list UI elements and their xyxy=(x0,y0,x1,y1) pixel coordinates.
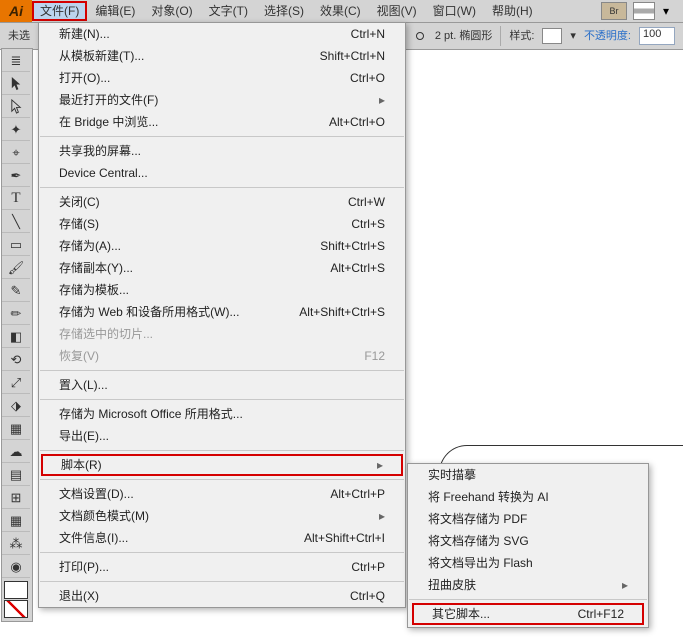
symbol-tool[interactable]: ☁ xyxy=(2,440,30,463)
opacity-label[interactable]: 不透明度: xyxy=(584,31,631,42)
chevron-down-icon[interactable]: ▾ xyxy=(663,5,675,17)
file-menu-item-6[interactable]: 共享我的屏幕... xyxy=(39,140,405,162)
file-menu-item-9[interactable]: 关闭(C)Ctrl+W xyxy=(39,191,405,213)
file-menu-item-15[interactable]: 存储选中的切片... xyxy=(39,323,405,345)
mesh-tool[interactable]: ⊞ xyxy=(2,486,30,509)
dot-icon xyxy=(416,32,424,40)
script-submenu-item-2[interactable]: 将文档存储为 PDF xyxy=(408,508,648,530)
file-menu-item-25[interactable]: 文档设置(D)...Alt+Ctrl+P xyxy=(39,483,405,505)
menubar: Ai 文件(F)编辑(E)对象(O)文字(T)选择(S)效果(C)视图(V)窗口… xyxy=(0,0,683,23)
menu-5[interactable]: 效果(C) xyxy=(312,1,369,21)
pencil-tool[interactable]: ✎ xyxy=(2,279,30,302)
file-menu-item-23[interactable]: 脚本(R) xyxy=(41,454,403,476)
brush-tool[interactable]: 🖌 xyxy=(2,256,30,279)
selection-tool[interactable] xyxy=(2,72,30,95)
fill-swatch[interactable] xyxy=(4,581,28,599)
type-tool[interactable]: T xyxy=(2,187,30,210)
menu-3[interactable]: 文字(T) xyxy=(201,1,256,21)
stroke-profile[interactable]: 2 pt. 椭圆形 xyxy=(435,31,492,42)
file-menu-item-29[interactable]: 打印(P)...Ctrl+P xyxy=(39,556,405,578)
rotate-tool[interactable]: ⟲ xyxy=(2,348,30,371)
file-menu-item-2[interactable]: 打开(O)...Ctrl+O xyxy=(39,67,405,89)
blend-tool[interactable]: ◉ xyxy=(2,555,30,578)
file-menu-item-27[interactable]: 文件信息(I)...Alt+Shift+Ctrl+I xyxy=(39,527,405,549)
menu-7[interactable]: 窗口(W) xyxy=(425,1,484,21)
eraser-tool[interactable]: ◧ xyxy=(2,325,30,348)
chevron-down-icon[interactable]: ▾ xyxy=(570,31,576,42)
file-menu-item-18[interactable]: 置入(L)... xyxy=(39,374,405,396)
menu-4[interactable]: 选择(S) xyxy=(256,1,312,21)
file-menu-item-3[interactable]: 最近打开的文件(F) xyxy=(39,89,405,111)
script-submenu-item-1[interactable]: 将 Freehand 转换为 AI xyxy=(408,486,648,508)
script-submenu-item-7[interactable]: 其它脚本...Ctrl+F12 xyxy=(412,603,644,625)
bridge-icon[interactable]: Br xyxy=(601,2,627,20)
file-menu-item-11[interactable]: 存储为(A)...Shift+Ctrl+S xyxy=(39,235,405,257)
file-menu-item-7[interactable]: Device Central... xyxy=(39,162,405,184)
script-submenu-item-4[interactable]: 将文档导出为 Flash xyxy=(408,552,648,574)
script-submenu: 实时描摹将 Freehand 转换为 AI将文档存储为 PDF将文档存储为 SV… xyxy=(407,463,649,628)
direct-select-tool[interactable] xyxy=(2,95,30,118)
scale-tool[interactable]: ⤢ xyxy=(2,371,30,394)
eyedropper-tool[interactable]: ⁂ xyxy=(2,532,30,555)
file-menu-item-21[interactable]: 导出(E)... xyxy=(39,425,405,447)
lasso-tool[interactable]: ⌖ xyxy=(2,141,30,164)
script-submenu-item-0[interactable]: 实时描摹 xyxy=(408,464,648,486)
pen-tool[interactable]: ✒ xyxy=(2,164,30,187)
warp-tool[interactable]: ⬗ xyxy=(2,394,30,417)
file-menu-item-14[interactable]: 存储为 Web 和设备所用格式(W)...Alt+Shift+Ctrl+S xyxy=(39,301,405,323)
magic-wand-tool[interactable]: ✦ xyxy=(2,118,30,141)
stroke-swatch[interactable] xyxy=(4,600,28,618)
file-menu-item-20[interactable]: 存储为 Microsoft Office 所用格式... xyxy=(39,403,405,425)
file-menu-item-31[interactable]: 退出(X)Ctrl+Q xyxy=(39,585,405,607)
menu-6[interactable]: 视图(V) xyxy=(369,1,425,21)
script-submenu-item-5[interactable]: 扭曲皮肤 xyxy=(408,574,648,596)
file-menu-item-16[interactable]: 恢复(V)F12 xyxy=(39,345,405,367)
gradient-tool[interactable]: ▦ xyxy=(2,509,30,532)
menu-2[interactable]: 对象(O) xyxy=(143,1,200,21)
tools-panel: ≣ ✦ ⌖ ✒ T ╲ ▭ 🖌 ✎ ✏ ◧ ⟲ ⤢ ⬗ ▦ ☁ ▤ ⊞ ▦ ⁂ … xyxy=(1,48,33,622)
arrange-icon[interactable] xyxy=(633,2,655,20)
style-swatch[interactable] xyxy=(542,28,562,44)
menu-0[interactable]: 文件(F) xyxy=(32,1,87,21)
file-menu-item-12[interactable]: 存储副本(Y)...Alt+Ctrl+S xyxy=(39,257,405,279)
file-menu-item-10[interactable]: 存储(S)Ctrl+S xyxy=(39,213,405,235)
opacity-input[interactable]: 100 xyxy=(639,27,675,45)
menu-1[interactable]: 编辑(E) xyxy=(87,1,143,21)
graph-tool[interactable]: ▤ xyxy=(2,463,30,486)
file-menu: 新建(N)...Ctrl+N从模板新建(T)...Shift+Ctrl+N打开(… xyxy=(38,22,406,608)
file-menu-item-13[interactable]: 存储为模板... xyxy=(39,279,405,301)
expand-icon[interactable]: ≣ xyxy=(2,49,30,72)
blob-brush-tool[interactable]: ✏ xyxy=(2,302,30,325)
rectangle-tool[interactable]: ▭ xyxy=(2,233,30,256)
file-menu-item-26[interactable]: 文档颜色模式(M) xyxy=(39,505,405,527)
file-menu-item-1[interactable]: 从模板新建(T)...Shift+Ctrl+N xyxy=(39,45,405,67)
style-label: 样式: xyxy=(509,31,534,42)
file-menu-item-4[interactable]: 在 Bridge 中浏览...Alt+Ctrl+O xyxy=(39,111,405,133)
script-submenu-item-3[interactable]: 将文档存储为 SVG xyxy=(408,530,648,552)
menu-8[interactable]: 帮助(H) xyxy=(484,1,541,21)
line-tool[interactable]: ╲ xyxy=(2,210,30,233)
doc-label: 未选 xyxy=(8,31,30,42)
free-transform-tool[interactable]: ▦ xyxy=(2,417,30,440)
file-menu-item-0[interactable]: 新建(N)...Ctrl+N xyxy=(39,23,405,45)
app-logo: Ai xyxy=(0,0,32,22)
